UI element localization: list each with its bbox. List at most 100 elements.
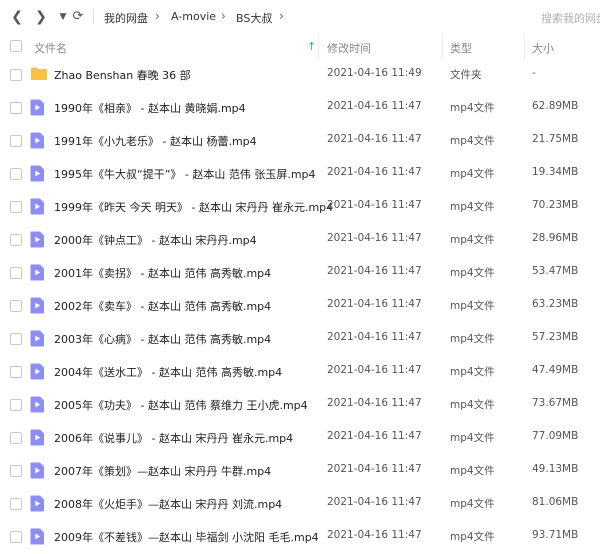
file-row[interactable]: 1999年《昨天 今天 明天》 - 赵本山 宋丹丹 崔永元.mp4 2021-04…	[0, 190, 600, 223]
file-row[interactable]: 2003年《心病》 - 赵本山 范伟 高秀敏.mp4 2021-04-16 11:…	[0, 322, 600, 355]
file-row[interactable]: 2009年《不差钱》—赵本山 毕福剑 小沈阳 毛毛.mp4 2021-04-16 …	[0, 520, 600, 553]
video-file-icon	[30, 528, 45, 548]
row-checkbox[interactable]	[10, 399, 22, 411]
column-header-size[interactable]: 大小	[532, 40, 554, 56]
sort-ascending-icon[interactable]: ↑	[307, 40, 316, 53]
column-header-modified[interactable]: 修改时间	[327, 40, 371, 56]
row-checkbox[interactable]	[10, 267, 22, 279]
file-name: Zhao Benshan 春晚 36 部	[54, 69, 191, 82]
file-modified-time: 2021-04-16 11:47	[327, 100, 422, 112]
video-file-icon	[30, 495, 45, 515]
breadcrumb-separator-icon: ›	[221, 9, 226, 23]
file-type: mp4文件	[450, 399, 495, 411]
row-checkbox[interactable]	[10, 201, 22, 213]
breadcrumb-current[interactable]: BS大叔	[236, 10, 272, 26]
toolbar-divider	[93, 9, 94, 24]
file-row[interactable]: 2008年《火炬手》—赵本山 宋丹丹 刘流.mp4 2021-04-16 11:4…	[0, 487, 600, 520]
file-size: 53.47MB	[532, 265, 579, 277]
row-checkbox[interactable]	[10, 168, 22, 180]
file-type: mp4文件	[450, 366, 495, 378]
file-row[interactable]: 1995年《牛大叔“提干”》 - 赵本山 范伟 张玉屏.mp4 2021-04-1…	[0, 157, 600, 190]
file-row[interactable]: 2006年《说事儿》 - 赵本山 宋丹丹 崔永元.mp4 2021-04-16 1…	[0, 421, 600, 454]
row-checkbox[interactable]	[10, 333, 22, 345]
video-file-icon	[30, 165, 45, 185]
row-checkbox[interactable]	[10, 102, 22, 114]
file-modified-time: 2021-04-16 11:47	[327, 496, 422, 508]
file-name: 2005年《功夫》 - 赵本山 范伟 蔡维力 王小虎.mp4	[54, 399, 308, 412]
file-row[interactable]: 2000年《钟点工》 - 赵本山 宋丹丹.mp4 2021-04-16 11:47…	[0, 223, 600, 256]
file-type: mp4文件	[450, 234, 495, 246]
row-checkbox[interactable]	[10, 234, 22, 246]
file-name: 2004年《送水工》 - 赵本山 范伟 高秀敏.mp4	[54, 366, 283, 379]
file-type: mp4文件	[450, 300, 495, 312]
video-file-icon	[30, 198, 45, 218]
file-type: mp4文件	[450, 432, 495, 444]
breadcrumb-root[interactable]: 我的网盘	[104, 10, 148, 26]
file-name: 2002年《卖车》 - 赵本山 范伟 高秀敏.mp4	[54, 300, 272, 313]
row-checkbox[interactable]	[10, 498, 22, 510]
video-file-icon	[30, 99, 45, 119]
file-row[interactable]: 2005年《功夫》 - 赵本山 范伟 蔡维力 王小虎.mp4 2021-04-16…	[0, 388, 600, 421]
row-checkbox[interactable]	[10, 531, 22, 543]
breadcrumb-a-movie[interactable]: A-movie	[171, 10, 216, 23]
row-checkbox[interactable]	[10, 300, 22, 312]
video-file-icon	[30, 264, 45, 284]
file-list-header: 文件名 修改时间 类型 大小	[0, 34, 600, 60]
file-modified-time: 2021-04-16 11:47	[327, 232, 422, 244]
file-name: 1991年《小九老乐》 - 赵本山 杨蕾.mp4	[54, 135, 257, 148]
file-size: -	[532, 67, 536, 79]
breadcrumb-separator-icon: ›	[155, 9, 160, 23]
file-name: 1990年《相亲》 - 赵本山 黄晓娟.mp4	[54, 102, 246, 115]
row-checkbox[interactable]	[10, 135, 22, 147]
file-type: mp4文件	[450, 498, 495, 510]
search-input[interactable]: 搜索我的网盘	[541, 10, 600, 26]
video-file-icon	[30, 462, 45, 482]
file-type: mp4文件	[450, 267, 495, 279]
row-checkbox[interactable]	[10, 465, 22, 477]
row-checkbox[interactable]	[10, 432, 22, 444]
row-checkbox[interactable]	[10, 366, 22, 378]
file-size: 57.23MB	[532, 331, 579, 343]
file-name: 2007年《策划》—赵本山 宋丹丹 牛群.mp4	[54, 465, 272, 478]
row-checkbox[interactable]	[10, 69, 22, 81]
file-type: mp4文件	[450, 102, 495, 114]
file-type: mp4文件	[450, 333, 495, 345]
column-divider[interactable]	[318, 34, 319, 60]
file-size: 77.09MB	[532, 430, 579, 442]
file-row[interactable]: 1990年《相亲》 - 赵本山 黄晓娟.mp4 2021-04-16 11:47 m…	[0, 91, 600, 124]
column-divider[interactable]	[524, 34, 525, 60]
file-row[interactable]: 2002年《卖车》 - 赵本山 范伟 高秀敏.mp4 2021-04-16 11:…	[0, 289, 600, 322]
file-type: mp4文件	[450, 201, 495, 213]
video-file-icon	[30, 132, 45, 152]
history-dropdown-icon[interactable]: ▼	[55, 9, 71, 25]
file-name: 2006年《说事儿》 - 赵本山 宋丹丹 崔永元.mp4	[54, 432, 294, 445]
column-divider[interactable]	[442, 34, 443, 60]
column-header-name[interactable]: 文件名	[34, 40, 67, 56]
video-file-icon	[30, 363, 45, 383]
file-type: mp4文件	[450, 135, 495, 147]
file-size: 63.23MB	[532, 298, 579, 310]
file-row[interactable]: 2004年《送水工》 - 赵本山 范伟 高秀敏.mp4 2021-04-16 11…	[0, 355, 600, 388]
file-row[interactable]: 1991年《小九老乐》 - 赵本山 杨蕾.mp4 2021-04-16 11:47…	[0, 124, 600, 157]
forward-icon[interactable]: ❯	[33, 9, 49, 25]
column-header-type[interactable]: 类型	[450, 40, 472, 56]
file-row[interactable]: Zhao Benshan 春晚 36 部 2021-04-16 11:49 文件夹 -	[0, 58, 600, 91]
file-size: 28.96MB	[532, 232, 579, 244]
refresh-icon[interactable]: ⟳	[70, 9, 86, 25]
back-icon[interactable]: ❮	[9, 9, 25, 25]
file-name: 2008年《火炬手》—赵本山 宋丹丹 刘流.mp4	[54, 498, 283, 511]
file-size: 81.06MB	[532, 496, 579, 508]
select-all-checkbox[interactable]	[10, 40, 22, 52]
file-row[interactable]: 2007年《策划》—赵本山 宋丹丹 牛群.mp4 2021-04-16 11:47…	[0, 454, 600, 487]
breadcrumb-separator-icon: ›	[279, 9, 284, 23]
file-name: 1999年《昨天 今天 明天》 - 赵本山 宋丹丹 崔永元.mp4	[54, 201, 334, 214]
file-size: 73.67MB	[532, 397, 579, 409]
video-file-icon	[30, 396, 45, 416]
video-file-icon	[30, 330, 45, 350]
file-modified-time: 2021-04-16 11:47	[327, 463, 422, 475]
file-modified-time: 2021-04-16 11:47	[327, 199, 422, 211]
file-type: mp4文件	[450, 465, 495, 477]
file-modified-time: 2021-04-16 11:47	[327, 265, 422, 277]
folder-icon	[30, 66, 48, 84]
file-row[interactable]: 2001年《卖拐》 - 赵本山 范伟 高秀敏.mp4 2021-04-16 11:…	[0, 256, 600, 289]
